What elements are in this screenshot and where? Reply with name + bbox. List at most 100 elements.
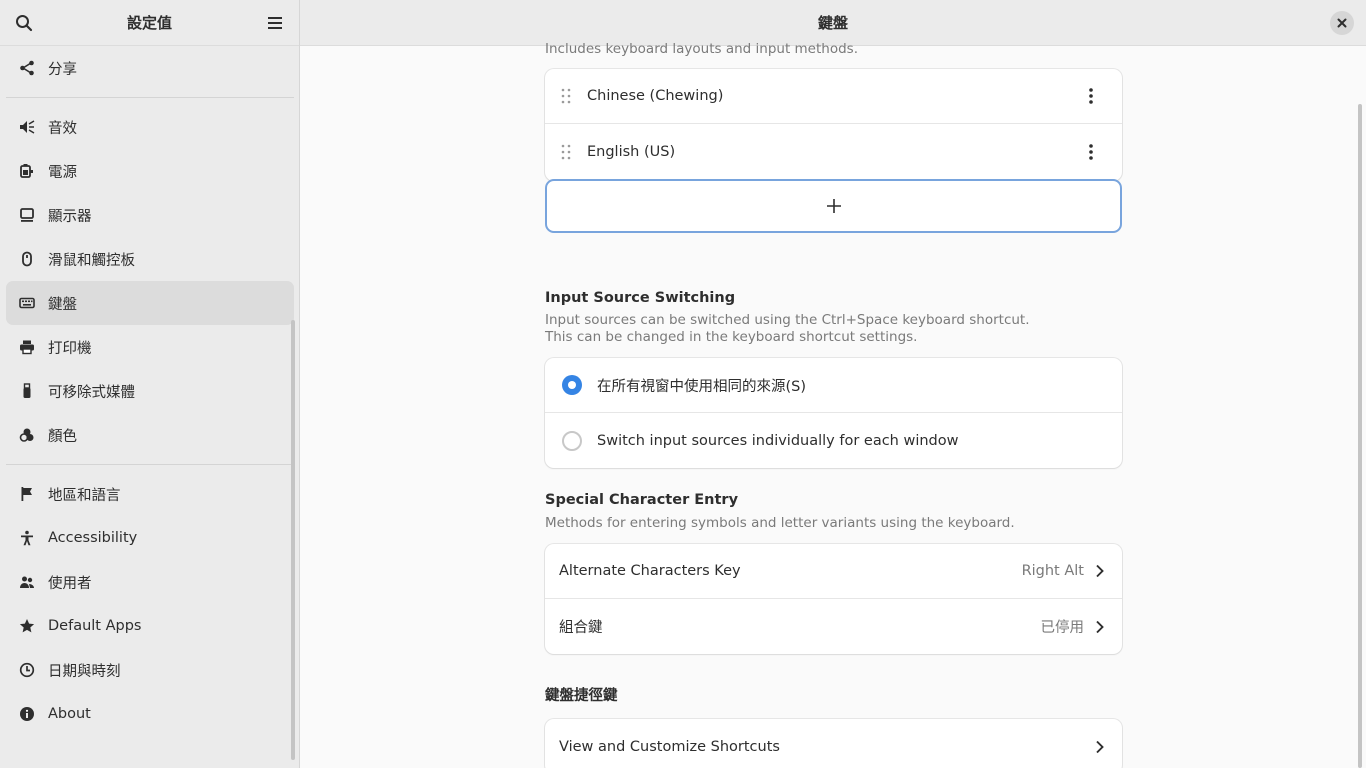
chevron-right-icon xyxy=(1092,740,1106,754)
row-label: View and Customize Shortcuts xyxy=(559,738,780,755)
clock-icon xyxy=(18,661,36,679)
chevron-right-icon xyxy=(1092,564,1106,578)
sidebar-item-label: About xyxy=(48,706,91,722)
radio-label: 在所有視窗中使用相同的來源(S) xyxy=(597,378,807,395)
sidebar-item-label: Accessibility xyxy=(48,530,138,546)
info-icon xyxy=(18,705,36,723)
sidebar-item-users[interactable]: 使用者 xyxy=(6,560,294,604)
sidebar-header: 設定值 xyxy=(0,0,299,46)
sidebar-item-color[interactable]: 顏色 xyxy=(6,413,294,457)
sidebar-item-label: 使用者 xyxy=(48,575,92,592)
radio-unselected-icon[interactable] xyxy=(562,430,582,451)
sidebar: 設定值 分享 音效 電源 顯示器 滑鼠和觸控板 鍵盤 打印機 可移除式媒體 顏色… xyxy=(0,0,300,768)
section-desc-special: Methods for entering symbols and letter … xyxy=(545,515,1015,531)
more-options-icon[interactable] xyxy=(1082,143,1100,160)
sidebar-divider xyxy=(6,464,294,465)
plus-icon xyxy=(826,199,841,213)
power-icon xyxy=(18,162,36,180)
sidebar-item-label: 日期與時刻 xyxy=(48,663,121,680)
sidebar-item-mouse[interactable]: 滑鼠和觸控板 xyxy=(6,237,294,281)
sidebar-item-display[interactable]: 顯示器 xyxy=(6,193,294,237)
sidebar-item-removable-media[interactable]: 可移除式媒體 xyxy=(6,369,294,413)
radio-option-same-source[interactable]: 在所有視窗中使用相同的來源(S) xyxy=(545,358,1122,413)
flag-icon xyxy=(18,485,36,503)
sidebar-item-about[interactable]: About xyxy=(6,692,294,736)
sidebar-item-accessibility[interactable]: Accessibility xyxy=(6,516,294,560)
printer-icon xyxy=(18,338,36,356)
sidebar-item-label: 顯示器 xyxy=(48,208,92,225)
sidebar-item-default-apps[interactable]: Default Apps xyxy=(6,604,294,648)
drag-handle-icon[interactable] xyxy=(559,144,573,160)
sidebar-item-label: 地區和語言 xyxy=(48,487,121,504)
section-title-shortcuts: 鍵盤捷徑鍵 xyxy=(545,688,618,704)
radio-label: Switch input sources individually for ea… xyxy=(597,432,959,449)
section-title-special: Special Character Entry xyxy=(545,492,739,508)
input-source-row[interactable]: English (US) xyxy=(545,124,1122,179)
sidebar-item-share[interactable]: 分享 xyxy=(6,46,294,90)
sidebar-item-keyboard[interactable]: 鍵盤 xyxy=(6,281,294,325)
input-sources-list: Chinese (Chewing) English (US) xyxy=(545,69,1122,181)
sidebar-item-label: 音效 xyxy=(48,120,77,137)
main-scrollbar[interactable] xyxy=(1358,104,1362,768)
hamburger-icon xyxy=(267,16,282,29)
section-title-switching: Input Source Switching xyxy=(545,290,736,306)
usb-icon xyxy=(18,382,36,400)
compose-key-row[interactable]: 組合鍵 已停用 xyxy=(545,599,1122,654)
add-input-source-button[interactable] xyxy=(545,179,1122,233)
settings-content: Includes keyboard layouts and input meth… xyxy=(545,41,1122,768)
star-icon xyxy=(18,617,36,635)
speaker-icon xyxy=(18,118,36,136)
special-character-options: Alternate Characters Key Right Alt 組合鍵 已… xyxy=(545,544,1122,654)
input-source-row[interactable]: Chinese (Chewing) xyxy=(545,69,1122,124)
sidebar-item-label: 鍵盤 xyxy=(48,296,77,313)
sidebar-item-label: 顏色 xyxy=(48,428,77,445)
users-icon xyxy=(18,573,36,591)
row-label: 組合鍵 xyxy=(559,620,603,636)
sidebar-item-label: 可移除式媒體 xyxy=(48,384,135,401)
radio-option-per-window[interactable]: Switch input sources individually for ea… xyxy=(545,413,1122,468)
chevron-right-icon xyxy=(1092,620,1106,634)
sidebar-divider xyxy=(6,97,294,98)
sidebar-item-label: 分享 xyxy=(48,61,77,78)
drag-handle-icon[interactable] xyxy=(559,88,573,104)
close-button[interactable] xyxy=(1330,11,1354,35)
input-source-label: English (US) xyxy=(587,143,676,160)
keyboard-icon xyxy=(18,294,36,312)
row-value: Right Alt xyxy=(1021,563,1084,579)
page-title: 鍵盤 xyxy=(817,14,848,32)
switching-options: 在所有視窗中使用相同的來源(S) Switch input sources in… xyxy=(545,358,1122,468)
more-options-icon[interactable] xyxy=(1082,88,1100,104)
sidebar-title: 設定值 xyxy=(126,14,172,32)
display-icon xyxy=(18,206,36,224)
switching-desc-line2: This can be changed in the keyboard shor… xyxy=(545,329,918,345)
share-icon xyxy=(18,59,36,77)
sidebar-item-printers[interactable]: 打印機 xyxy=(6,325,294,369)
accessibility-icon xyxy=(18,529,36,547)
menu-button[interactable] xyxy=(265,13,285,33)
row-label: Alternate Characters Key xyxy=(559,563,741,579)
search-button[interactable] xyxy=(14,13,34,33)
sidebar-item-label: 打印機 xyxy=(48,340,92,357)
switching-desc-line1: Input sources can be switched using the … xyxy=(545,312,1030,328)
input-source-label: Chinese (Chewing) xyxy=(587,88,724,104)
sidebar-item-label: 電源 xyxy=(48,164,77,181)
view-customize-shortcuts-row[interactable]: View and Customize Shortcuts xyxy=(545,719,1122,768)
sidebar-item-label: 滑鼠和觸控板 xyxy=(48,252,135,269)
input-sources-description: Includes keyboard layouts and input meth… xyxy=(545,41,858,57)
main-header: 鍵盤 xyxy=(300,0,1366,46)
alternate-characters-key-row[interactable]: Alternate Characters Key Right Alt xyxy=(545,544,1122,599)
sidebar-item-date-time[interactable]: 日期與時刻 xyxy=(6,648,294,692)
row-value: 已停用 xyxy=(1040,620,1085,636)
search-icon xyxy=(16,14,33,31)
mouse-icon xyxy=(18,250,36,268)
sidebar-item-sound[interactable]: 音效 xyxy=(6,105,294,149)
sidebar-item-label: Default Apps xyxy=(48,618,142,634)
sidebar-scrollbar[interactable] xyxy=(291,320,295,760)
sidebar-item-region-language[interactable]: 地區和語言 xyxy=(6,472,294,516)
shortcuts-options: View and Customize Shortcuts xyxy=(545,719,1122,768)
color-icon xyxy=(18,426,36,444)
main-panel: 鍵盤 Includes keyboard layouts and input m… xyxy=(300,0,1366,768)
sidebar-list: 分享 音效 電源 顯示器 滑鼠和觸控板 鍵盤 打印機 可移除式媒體 顏色 地區和… xyxy=(6,46,294,736)
sidebar-item-power[interactable]: 電源 xyxy=(6,149,294,193)
radio-selected-icon[interactable] xyxy=(562,375,582,395)
